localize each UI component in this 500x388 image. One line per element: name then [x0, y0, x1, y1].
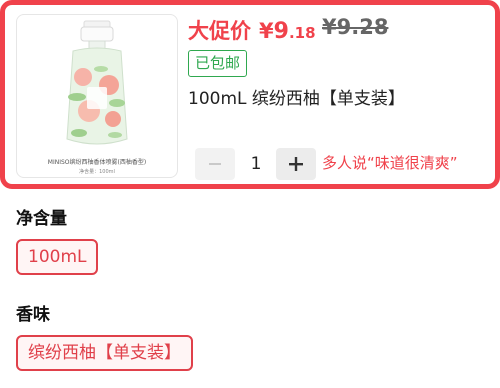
product-card: MINISO缤纷西柚香体喷雾(西柚香型) 净含量：100ml 大促价 ¥ 9 .… [0, 0, 500, 189]
image-net-content: 净含量：100ml [79, 169, 115, 175]
free-shipping-badge: 已包邮 [188, 50, 248, 77]
review-highlight: 多人说“味道很清爽” [322, 154, 458, 172]
price-integer: 9 [273, 19, 289, 44]
volume-section-title: 净含量 [16, 209, 67, 229]
quantity-decrease-button[interactable] [195, 148, 235, 180]
price-decimal: .18 [288, 24, 316, 42]
scent-section-title: 香味 [16, 305, 50, 325]
spray-bottle-icon [66, 20, 128, 145]
volume-option-selected[interactable]: 100mL [16, 239, 99, 275]
selected-variant: 100mL 缤纷西柚【单支装】 [188, 89, 405, 109]
product-image[interactable]: MINISO缤纷西柚香体喷雾(西柚香型) 净含量：100ml [16, 14, 178, 178]
quantity-value[interactable]: 1 [243, 150, 269, 178]
price-label: 大促价 [188, 19, 251, 43]
price-currency: ¥ [259, 19, 274, 43]
minus-icon [209, 163, 221, 165]
price: 大促价 ¥ 9 .18 [188, 15, 316, 44]
scent-option-selected[interactable]: 缤纷西柚【单支装】 [16, 335, 193, 371]
image-caption: MINISO缤纷西柚香体喷雾(西柚香型) [47, 159, 147, 166]
original-price: ¥9.28 [322, 15, 389, 39]
plus-icon [289, 157, 303, 171]
quantity-increase-button[interactable] [276, 148, 316, 180]
